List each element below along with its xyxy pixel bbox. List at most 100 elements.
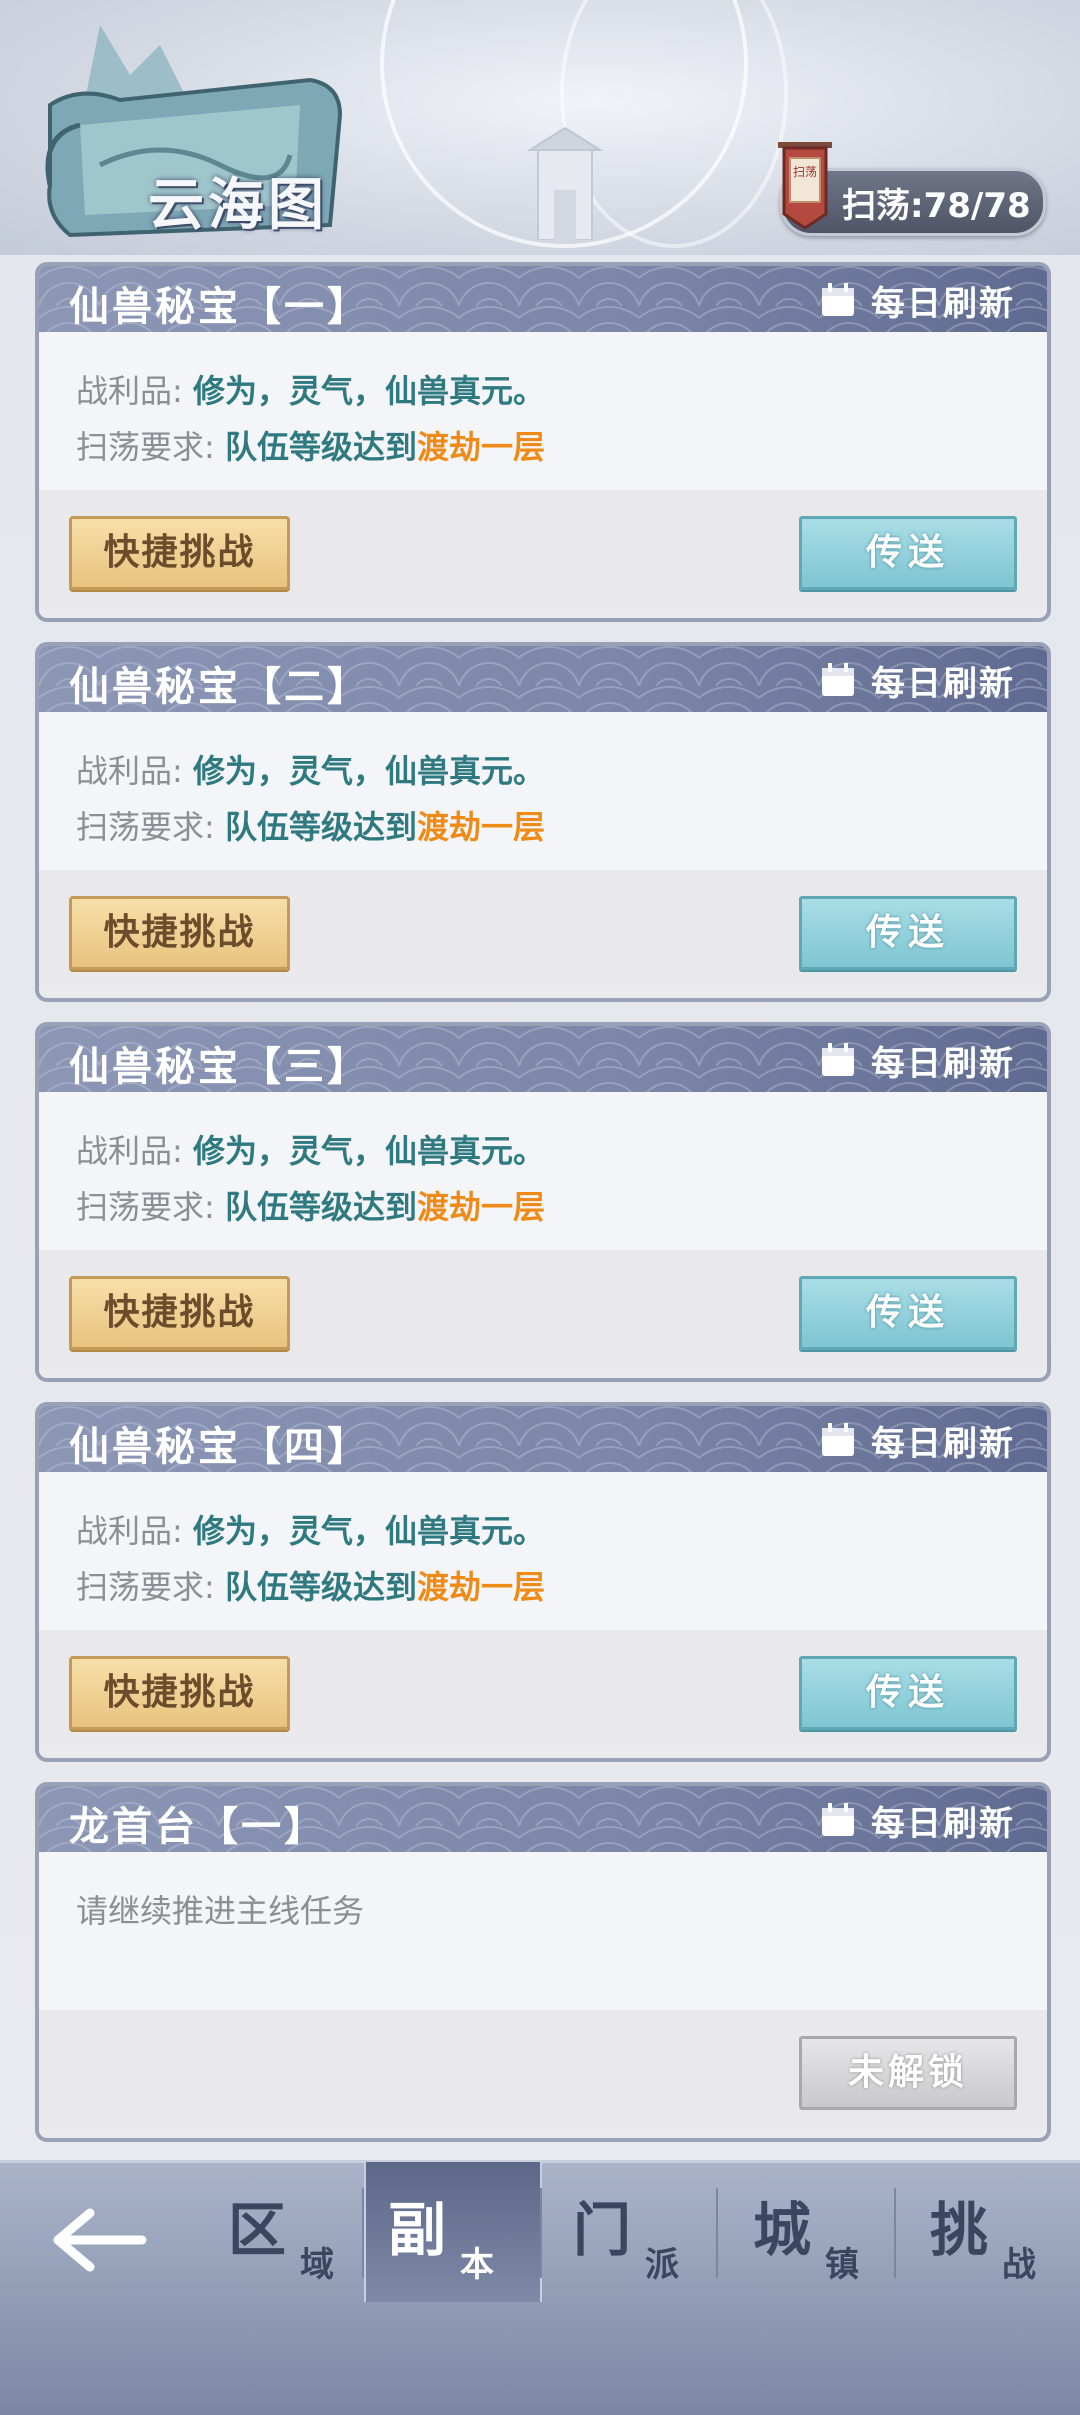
loot-value: 修为，灵气，仙兽真元。 [192, 1132, 545, 1170]
card-title: 仙兽秘宝【二】 [69, 663, 370, 710]
nav-tab-town[interactable]: 城 镇 [745, 2165, 917, 2295]
nav-tab-main-char: 挑 [930, 2196, 989, 2264]
card-header: 仙兽秘宝【四】 每日刷新 [39, 1406, 1047, 1472]
requirement-row: 扫荡要求: 队伍等级达到渡劫一层 [76, 1562, 545, 1608]
requirement-label: 扫荡要求: [76, 428, 215, 466]
requirement-row: 扫荡要求: 队伍等级达到渡劫一层 [76, 1182, 545, 1228]
requirement-row: 扫荡要求: 队伍等级达到渡劫一层 [76, 422, 545, 468]
card-body: 战利品: 修为，灵气，仙兽真元。 扫荡要求: 队伍等级达到渡劫一层 [39, 1472, 1047, 1630]
requirement-value: 队伍等级达到 [224, 1568, 417, 1606]
nav-tab-main-char: 门 [573, 2196, 632, 2264]
hint-row: 请继续推进主线任务 [76, 1886, 364, 1932]
calendar-icon [822, 663, 854, 696]
arrow-left-icon[interactable] [50, 2205, 150, 2275]
dungeon-card: 仙兽秘宝【二】 每日刷新 战利品: 修为，灵气，仙兽真元。 扫荡要求: 队伍等级… [35, 642, 1051, 1002]
unlock-hint: 请继续推进主线任务 [76, 1892, 365, 1930]
nav-tab-region[interactable]: 区 域 [220, 2165, 392, 2295]
requirement-label: 扫荡要求: [76, 808, 215, 846]
card-title: 仙兽秘宝【四】 [69, 1423, 370, 1470]
page-title: 云海图 [148, 172, 328, 238]
card-header: 仙兽秘宝【三】 每日刷新 [39, 1026, 1047, 1092]
card-footer: 未解锁 [39, 2010, 1047, 2130]
card-header: 仙兽秘宝【一】 每日刷新 [39, 266, 1047, 332]
requirement-value: 队伍等级达到 [224, 1188, 417, 1226]
card-header: 龙首台【一】 每日刷新 [39, 1786, 1047, 1852]
loot-label: 战利品: [76, 372, 183, 410]
loot-label: 战利品: [76, 752, 183, 790]
card-body: 战利品: 修为，灵气，仙兽真元。 扫荡要求: 队伍等级达到渡劫一层 [39, 712, 1047, 870]
quick-challenge-button[interactable]: 快捷挑战 [69, 1656, 290, 1730]
header: 云海图 扫荡 扫荡:78/78 [0, 0, 1080, 255]
requirement-value: 队伍等级达到 [224, 808, 417, 846]
requirement-label: 扫荡要求: [76, 1188, 215, 1226]
sweep-count-label: 扫荡:78/78 [842, 186, 1031, 226]
card-title: 仙兽秘宝【一】 [69, 283, 370, 330]
loot-value: 修为，灵气，仙兽真元。 [192, 1512, 545, 1550]
refresh-label: 每日刷新 [871, 663, 1015, 704]
locked-dungeon-card: 龙首台【一】 每日刷新 请继续推进主线任务 未解锁 [35, 1782, 1051, 2142]
card-body: 战利品: 修为，灵气，仙兽真元。 扫荡要求: 队伍等级达到渡劫一层 [39, 1092, 1047, 1250]
teleport-button[interactable]: 传送 [799, 896, 1017, 970]
card-footer: 快捷挑战 传送 [39, 1250, 1047, 1370]
nav-tab-sub-char: 本 [460, 2245, 494, 2285]
nav-tab-main-char: 区 [228, 2196, 287, 2264]
quick-challenge-button[interactable]: 快捷挑战 [69, 1276, 290, 1350]
sweep-banner-text: 扫荡 [793, 165, 817, 179]
card-footer: 快捷挑战 传送 [39, 870, 1047, 990]
loot-row: 战利品: 修为，灵气，仙兽真元。 [76, 1126, 545, 1172]
nav-tab-sub-char: 派 [645, 2245, 679, 2285]
refresh-label: 每日刷新 [871, 1803, 1015, 1844]
card-body: 请继续推进主线任务 [39, 1852, 1047, 2010]
dungeon-card: 仙兽秘宝【一】 每日刷新 战利品: 修为，灵气，仙兽真元。 扫荡要求: 队伍等级… [35, 262, 1051, 622]
refresh-label: 每日刷新 [871, 283, 1015, 324]
requirement-row: 扫荡要求: 队伍等级达到渡劫一层 [76, 802, 545, 848]
daily-refresh-tag: 每日刷新 [819, 1420, 1015, 1464]
nav-tab-dungeon[interactable]: 副 本 [380, 2165, 552, 2295]
nav-tab-challenge[interactable]: 挑 战 [922, 2165, 1080, 2295]
loot-row: 战利品: 修为，灵气，仙兽真元。 [76, 1506, 545, 1552]
daily-refresh-tag: 每日刷新 [819, 280, 1015, 324]
refresh-label: 每日刷新 [871, 1423, 1015, 1464]
calendar-icon [822, 1803, 854, 1836]
card-title: 仙兽秘宝【三】 [69, 1043, 370, 1090]
sweep-banner-icon: 扫荡 [770, 136, 840, 236]
quick-challenge-button[interactable]: 快捷挑战 [69, 516, 290, 590]
requirement-highlight: 渡劫一层 [416, 1188, 545, 1226]
teleport-button[interactable]: 传送 [799, 1656, 1017, 1730]
requirement-highlight: 渡劫一层 [416, 428, 545, 466]
requirement-highlight: 渡劫一层 [416, 1568, 545, 1606]
refresh-label: 每日刷新 [871, 1043, 1015, 1084]
quick-challenge-button[interactable]: 快捷挑战 [69, 896, 290, 970]
daily-refresh-tag: 每日刷新 [819, 1800, 1015, 1844]
nav-tab-sect[interactable]: 门 派 [565, 2165, 737, 2295]
requirement-value: 队伍等级达到 [224, 428, 417, 466]
nav-tab-sub-char: 战 [1002, 2245, 1036, 2285]
requirement-label: 扫荡要求: [76, 1568, 215, 1606]
daily-refresh-tag: 每日刷新 [819, 1040, 1015, 1084]
card-footer: 快捷挑战 传送 [39, 490, 1047, 610]
card-header: 仙兽秘宝【二】 每日刷新 [39, 646, 1047, 712]
locked-button[interactable]: 未解锁 [799, 2036, 1017, 2110]
dungeon-card: 仙兽秘宝【三】 每日刷新 战利品: 修为，灵气，仙兽真元。 扫荡要求: 队伍等级… [35, 1022, 1051, 1382]
loot-value: 修为，灵气，仙兽真元。 [192, 372, 545, 410]
loot-value: 修为，灵气，仙兽真元。 [192, 752, 545, 790]
calendar-icon [822, 283, 854, 316]
card-body: 战利品: 修为，灵气，仙兽真元。 扫荡要求: 队伍等级达到渡劫一层 [39, 332, 1047, 490]
calendar-icon [822, 1043, 854, 1076]
dungeon-card: 仙兽秘宝【四】 每日刷新 战利品: 修为，灵气，仙兽真元。 扫荡要求: 队伍等级… [35, 1402, 1051, 1762]
loot-label: 战利品: [76, 1512, 183, 1550]
nav-tab-sub-char: 镇 [825, 2245, 859, 2285]
loot-row: 战利品: 修为，灵气，仙兽真元。 [76, 746, 545, 792]
nav-tab-main-char: 副 [388, 2196, 447, 2264]
teleport-button[interactable]: 传送 [799, 516, 1017, 590]
daily-refresh-tag: 每日刷新 [819, 660, 1015, 704]
requirement-highlight: 渡劫一层 [416, 808, 545, 846]
loot-label: 战利品: [76, 1132, 183, 1170]
nav-tab-sub-char: 域 [300, 2245, 334, 2285]
card-title: 龙首台【一】 [69, 1803, 327, 1850]
calendar-icon [822, 1423, 854, 1456]
nav-tab-main-char: 城 [753, 2196, 812, 2264]
card-footer: 快捷挑战 传送 [39, 1630, 1047, 1750]
loot-row: 战利品: 修为，灵气，仙兽真元。 [76, 366, 545, 412]
teleport-button[interactable]: 传送 [799, 1276, 1017, 1350]
